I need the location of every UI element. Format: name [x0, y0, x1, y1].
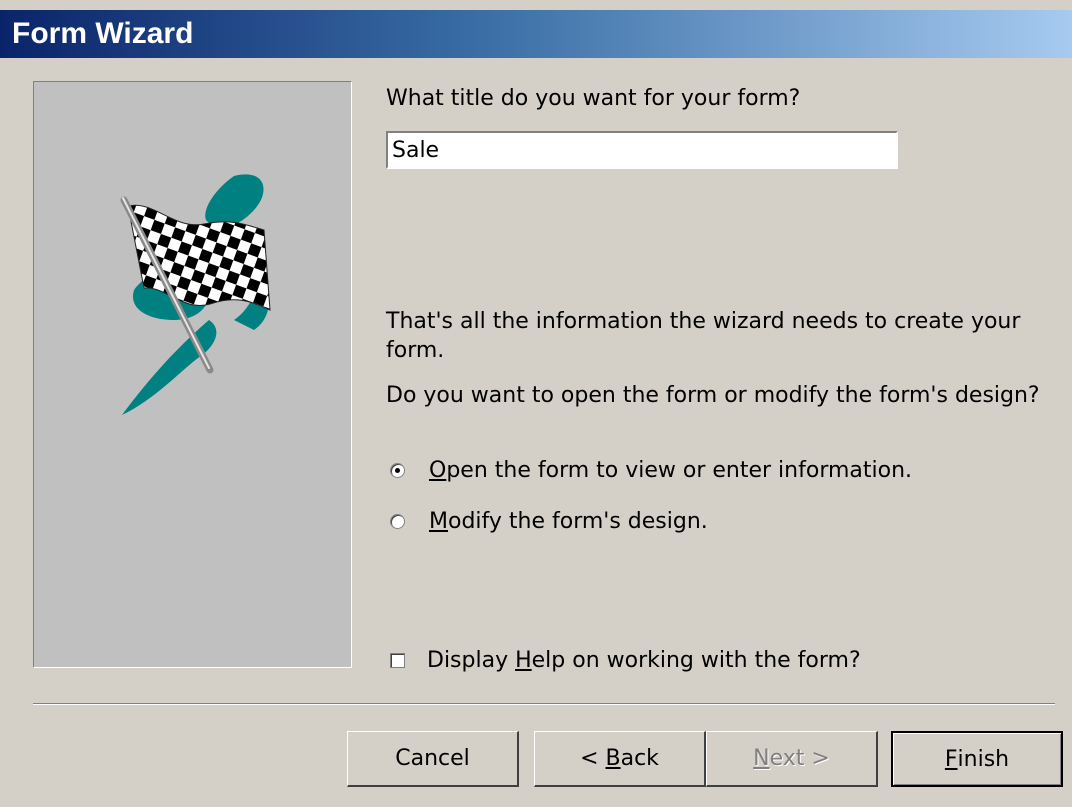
window-title: Form Wizard — [12, 17, 194, 50]
cancel-button[interactable]: Cancel — [347, 731, 519, 787]
button-separator — [33, 703, 1055, 705]
title-bar: Form Wizard — [0, 10, 1072, 58]
modify-design-option[interactable]: Modify the form's design. — [390, 507, 708, 536]
display-help-label: Display Help on working with the form? — [427, 648, 861, 673]
display-help-checkbox[interactable] — [390, 653, 405, 668]
open-form-option[interactable]: Open the form to view or enter informati… — [390, 456, 912, 485]
finish-button[interactable]: Finish — [891, 731, 1063, 787]
open-form-radio[interactable] — [390, 463, 405, 478]
next-button[interactable]: Next > — [706, 731, 878, 787]
open-or-modify-question: Do you want to open the form or modify t… — [386, 383, 1040, 408]
open-form-label: Open the form to view or enter informati… — [429, 458, 913, 483]
display-help-option[interactable]: Display Help on working with the form? — [390, 646, 861, 675]
title-question-label: What title do you want for your form? — [386, 86, 801, 111]
wizard-image-panel — [33, 81, 352, 668]
form-title-input[interactable] — [386, 131, 898, 169]
checkered-flag-icon — [120, 174, 271, 415]
info-line-2: form. — [386, 338, 445, 363]
info-line-1: That's all the information the wizard ne… — [386, 309, 1021, 334]
modify-design-radio[interactable] — [390, 514, 405, 529]
modify-design-label: Modify the form's design. — [429, 509, 708, 534]
back-button[interactable]: < Back — [534, 731, 706, 787]
